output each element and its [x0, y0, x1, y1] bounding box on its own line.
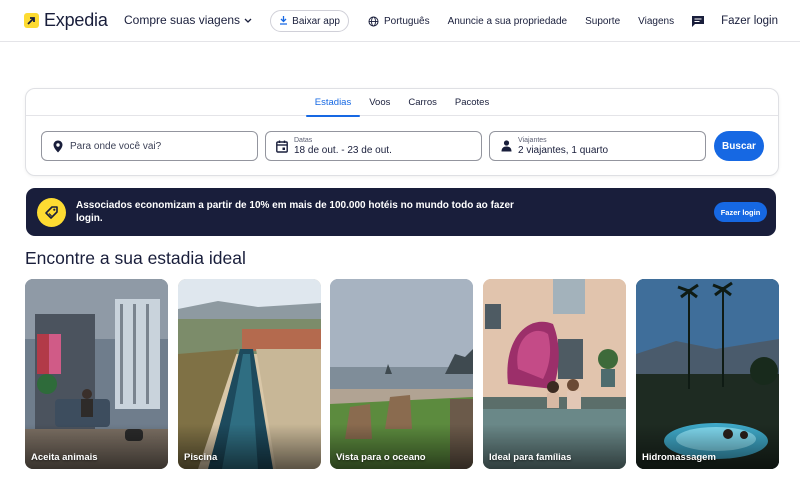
card-label: Piscina: [184, 452, 218, 463]
calendar-icon: [270, 140, 294, 153]
globe-icon: [368, 16, 379, 27]
travelers-field[interactable]: Viajantes 2 viajantes, 1 quarto: [489, 131, 706, 161]
list-property-link[interactable]: Anuncie a sua propriedade: [448, 16, 568, 27]
brand-name: Expedia: [44, 10, 108, 30]
banner-login-button[interactable]: Fazer login: [714, 202, 767, 222]
card-pool[interactable]: Piscina: [178, 279, 321, 469]
dates-label: Datas: [294, 136, 313, 144]
banner-message: Associados economizam a partir de 10% em…: [76, 200, 514, 224]
trips-link[interactable]: Viagens: [638, 16, 674, 27]
login-link[interactable]: Fazer login: [721, 15, 778, 27]
destination-placeholder: Para onde você vai?: [70, 140, 162, 152]
shop-menu-label: Compre suas viagens: [124, 13, 241, 27]
search-tabs: Estadias Voos Carros Pacotes: [26, 89, 778, 117]
card-label: Aceita animais: [31, 452, 98, 463]
download-icon: [279, 15, 288, 28]
search-button[interactable]: Buscar: [714, 131, 764, 161]
language-selector[interactable]: Português: [368, 16, 430, 27]
card-label: Ideal para famílias: [489, 452, 572, 463]
dates-field[interactable]: Datas 18 de out. - 23 de out.: [265, 131, 482, 161]
person-icon: [494, 140, 518, 152]
chevron-down-icon: [244, 13, 252, 27]
top-header: Expedia Compre suas viagens Baixar app P…: [0, 0, 800, 42]
travelers-label: Viajantes: [518, 136, 547, 144]
card-label: Vista para o oceano: [336, 452, 426, 463]
destination-field[interactable]: Para onde você vai?: [41, 131, 258, 161]
dates-value: 18 de out. - 23 de out.: [294, 144, 392, 156]
travelers-value: 2 viajantes, 1 quarto: [518, 144, 609, 156]
tab-packages[interactable]: Pacotes: [446, 89, 498, 116]
card-family-friendly[interactable]: Ideal para famílias: [483, 279, 626, 469]
search-form: Estadias Voos Carros Pacotes Para onde v…: [25, 88, 779, 176]
tab-flights[interactable]: Voos: [360, 89, 399, 116]
card-pet-friendly[interactable]: Aceita animais: [25, 279, 168, 469]
member-tag-icon: [37, 198, 66, 227]
get-app-button[interactable]: Baixar app: [270, 10, 349, 32]
section-title: Encontre a sua estadia ideal: [25, 248, 246, 268]
language-label: Português: [383, 15, 430, 27]
expedia-logo-icon: [24, 13, 39, 28]
tab-cars[interactable]: Carros: [399, 89, 446, 116]
get-app-label: Baixar app: [292, 15, 340, 27]
card-hot-tub[interactable]: Hidromassagem: [636, 279, 779, 469]
chat-icon[interactable]: [691, 15, 705, 28]
member-deals-banner: Associados economizam a partir de 10% em…: [26, 188, 776, 236]
tab-stays[interactable]: Estadias: [305, 89, 361, 117]
location-pin-icon: [46, 140, 70, 153]
support-link[interactable]: Suporte: [585, 16, 620, 27]
header-nav: Baixar app Português Anuncie a sua propr…: [270, 0, 778, 42]
shop-travel-menu[interactable]: Compre suas viagens: [124, 13, 252, 27]
card-ocean-view[interactable]: Vista para o oceano: [330, 279, 473, 469]
card-label: Hidromassagem: [642, 452, 716, 463]
expedia-logo[interactable]: Expedia: [24, 10, 108, 31]
stay-type-cards: Aceita animais Piscina Vista para o ocea…: [25, 279, 779, 469]
